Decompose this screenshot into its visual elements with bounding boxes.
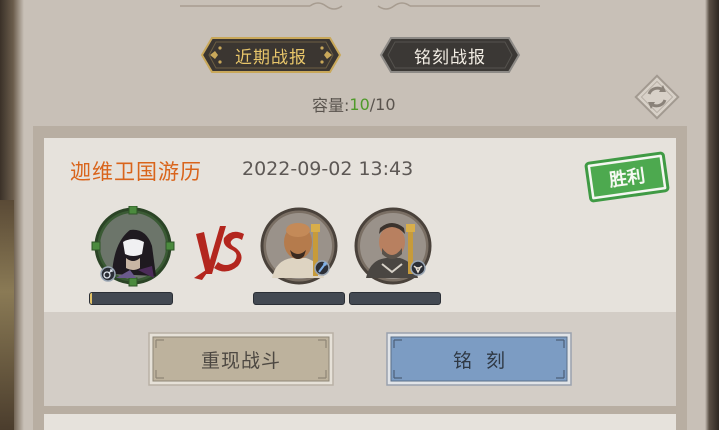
enemy-avatar-monk[interactable] [258,206,344,292]
player-avatar[interactable] [90,206,176,292]
tab-engrave-label: 铭刻战报 [414,47,486,68]
capacity-label: 容量: [312,96,350,115]
report-timestamp: 2022-09-02 13:43 [242,158,414,180]
engrave-button[interactable]: 铭刻 [386,332,572,386]
vs-mark: VS [192,214,244,280]
victory-stamp: 胜利 [584,151,670,203]
enemy2-hp-bar [349,292,441,305]
battle-report-panel: 近期战报 铭刻战报 容量: 10 /10 迦维卫国游历 2022-09-02 1… [0,0,719,430]
capacity-max: /10 [369,94,396,114]
player-hp-bar [89,292,173,305]
player-hp-fill [90,293,93,304]
replay-battle-label: 重现战斗 [200,349,281,372]
left-border [0,0,24,430]
vs-text: VS [192,214,194,215]
tab-recent-label: 近期战报 [235,47,307,68]
enemy-avatar-warrior[interactable] [352,206,438,292]
tab-recent-reports[interactable]: 近期战报 [200,36,342,74]
report-title: 迦维卫国游历 [70,160,202,184]
tab-engraved-reports[interactable]: 铭刻战报 [379,36,521,74]
next-report-card [44,414,676,430]
engrave-label: 铭刻 [452,349,519,372]
refresh-icon[interactable] [632,72,682,122]
right-border [705,0,719,430]
replay-battle-button[interactable]: 重现战斗 [148,332,334,386]
capacity-indicator: 容量: 10 /10 [312,92,396,116]
top-ornament [180,2,540,10]
male-symbol-icon [100,266,116,282]
capacity-current: 10 [349,94,370,114]
enemy1-hp-bar [253,292,345,305]
report-card-actions [44,312,676,406]
